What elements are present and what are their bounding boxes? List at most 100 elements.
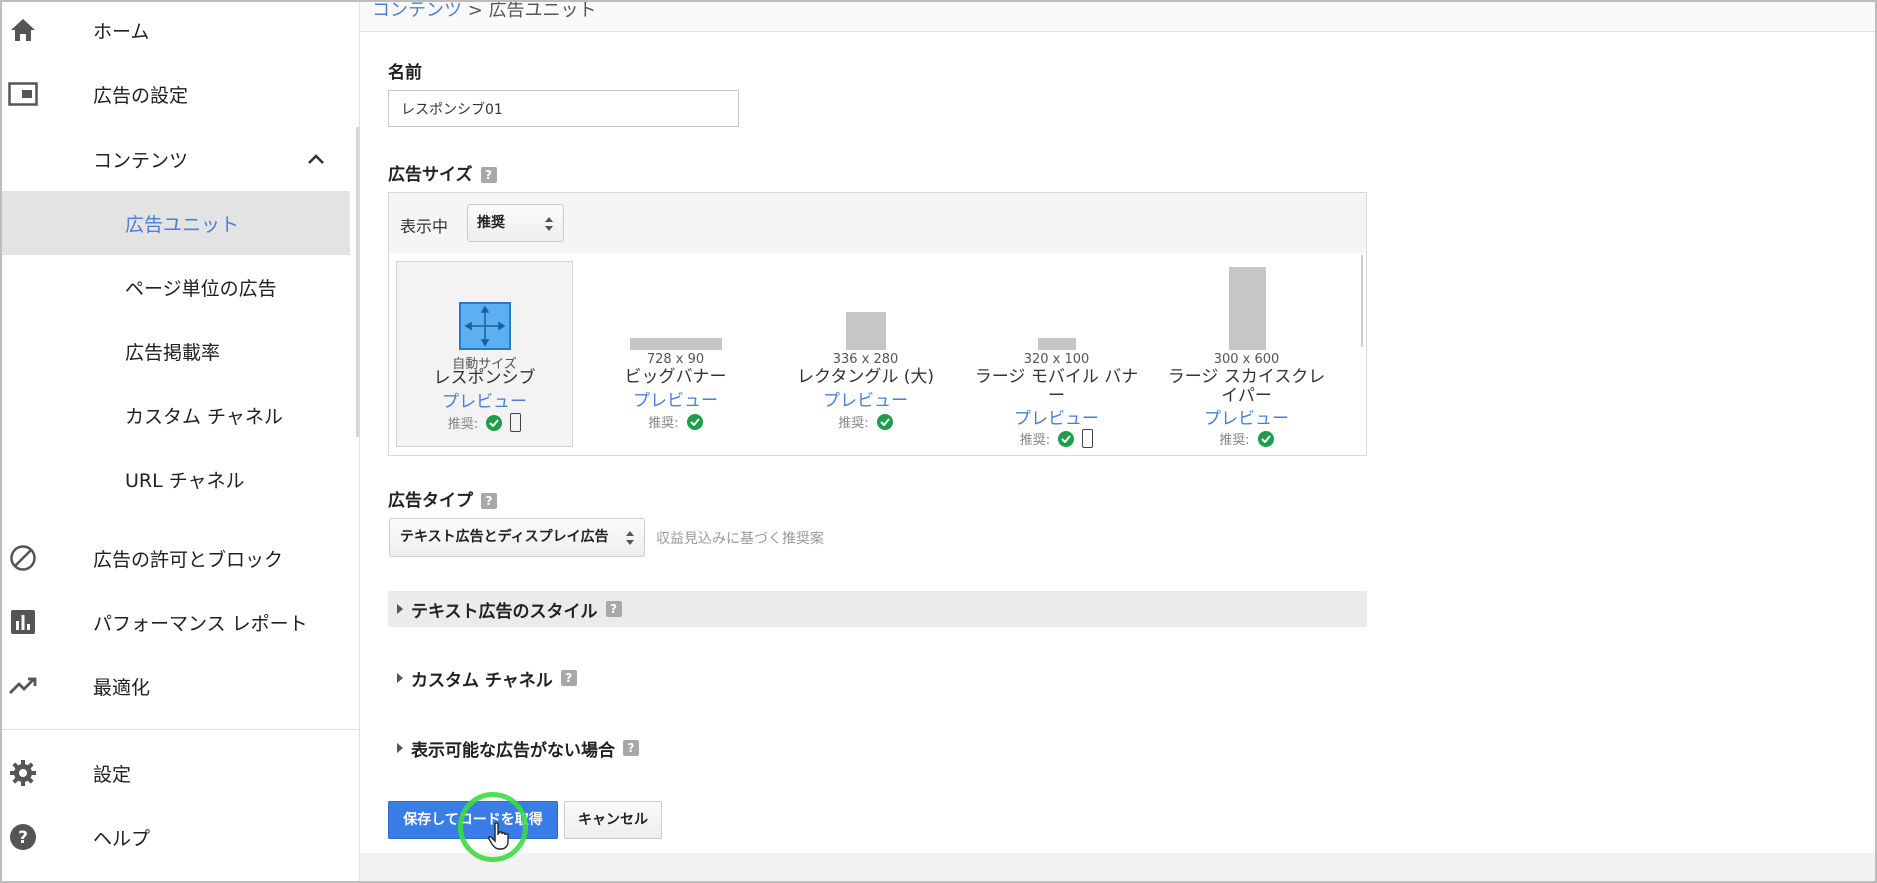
sidebar-item-help[interactable]: ? ヘルプ [2, 805, 350, 869]
svg-text:?: ? [18, 828, 28, 848]
home-icon [8, 15, 38, 45]
sidebar-item-settings[interactable]: 設定 [2, 741, 350, 805]
sidebar-item-allow-block[interactable]: 広告の許可とブロック [2, 526, 350, 590]
sidebar-item-custom-channels[interactable]: カスタム チャネル [2, 383, 350, 447]
size-card-large-rectangle[interactable]: 336 x 280 レクタングル (大) プレビュー 推奨: [777, 261, 954, 447]
text-ad-style-toggle[interactable]: テキスト広告のスタイル ? [388, 591, 1367, 627]
name-input[interactable] [388, 90, 739, 127]
sidebar-item-label: カスタム チャネル [125, 405, 283, 428]
help-icon[interactable]: ? [560, 670, 577, 686]
help-icon[interactable]: ? [605, 601, 622, 617]
size-card-name: ビッグバナー [624, 367, 727, 387]
recommended-label: 推奨: [447, 417, 479, 432]
ad-size-panel: 表示中 推奨 自動サイズ レスポンシブ プレビュー 推奨: 728 x 90 ビ… [388, 192, 1367, 456]
size-card-name: ラージ モバイル バナー [974, 367, 1139, 406]
size-card-preview-link[interactable]: プレビュー [968, 404, 1145, 429]
sidebar-item-label: 広告の設定 [93, 84, 189, 107]
expand-triangle-icon [397, 604, 403, 614]
size-card-name: ラージ スカイスクレイパー [1167, 367, 1326, 406]
size-card-preview-link[interactable]: プレビュー [1158, 404, 1335, 429]
sidebar-item-url-channels[interactable]: URL チャネル [2, 447, 350, 511]
hand-cursor-icon [488, 822, 509, 850]
name-label: 名前 [388, 63, 422, 83]
sidebar-item-page-level-ads[interactable]: ページ単位の広告 [2, 255, 350, 319]
sidebar-item-label: パフォーマンス レポート [93, 612, 308, 635]
size-card-preview-link[interactable]: プレビュー [397, 387, 572, 412]
size-panel-scrollbar[interactable] [1361, 255, 1363, 347]
check-icon [1257, 430, 1274, 447]
sidebar-scrollbar[interactable] [356, 127, 359, 437]
sidebar-item-coverage[interactable]: 広告掲載率 [2, 319, 350, 383]
main-content: コンテンツ > 広告ユニット 名前 広告サイズ? 表示中 推奨 [360, 0, 1875, 881]
bar-chart-icon [8, 607, 38, 637]
cancel-button[interactable]: キャンセル [564, 801, 662, 839]
sidebar-item-ad-settings[interactable]: 広告の設定 [2, 62, 350, 126]
sidebar-item-performance-reports[interactable]: パフォーマンス レポート [2, 590, 350, 654]
check-icon [486, 414, 503, 431]
help-icon[interactable]: ? [481, 493, 497, 509]
help-icon[interactable]: ? [623, 740, 639, 756]
chevron-up-icon [306, 149, 326, 169]
size-card-preview-link[interactable]: プレビュー [587, 386, 764, 411]
size-card-dim: 728 x 90 [646, 352, 705, 367]
sidebar-item-label: 最適化 [93, 676, 151, 699]
size-filter-select[interactable]: 推奨 [467, 204, 564, 242]
ad-settings-icon [8, 79, 38, 109]
size-filter-value: 推奨 [477, 215, 505, 231]
mobile-icon [510, 413, 522, 432]
size-card-preview-link[interactable]: プレビュー [777, 386, 954, 411]
sidebar-divider [2, 729, 360, 730]
check-icon [686, 413, 703, 430]
footer-bar [360, 853, 1875, 881]
collapsible-label: 表示可能な広告がない場合 [411, 740, 615, 761]
mobile-icon [1082, 429, 1094, 448]
breadcrumb-parent-link[interactable]: コンテンツ [372, 2, 462, 21]
size-card-recommended: 推奨: [587, 412, 764, 431]
sidebar-item-home[interactable]: ホーム [2, 2, 350, 62]
sidebar-item-content[interactable]: コンテンツ [2, 127, 350, 191]
recommended-label: 推奨: [1219, 433, 1250, 448]
sidebar-item-label: 広告の許可とブロック [93, 548, 284, 571]
check-icon [876, 413, 893, 430]
topbar: コンテンツ > 広告ユニット [360, 0, 1875, 32]
size-card-leaderboard[interactable]: 728 x 90 ビッグバナー プレビュー 推奨: [587, 261, 764, 447]
recommended-label: 推奨: [838, 416, 869, 431]
size-card-dim: 320 x 100 [1023, 352, 1090, 367]
recommended-label: 推奨: [648, 416, 679, 431]
sidebar-item-ad-units[interactable]: 広告ユニット [2, 191, 350, 255]
breadcrumb-current: 広告ユニット [488, 0, 597, 21]
ad-size-label-text: 広告サイズ [388, 165, 473, 185]
ad-type-select[interactable]: テキスト広告とディスプレイ広告 [389, 518, 645, 557]
sidebar-item-label: 設定 [93, 763, 132, 786]
size-card-name: レスポンシブ [433, 368, 536, 388]
size-card-recommended: 推奨: [777, 412, 954, 431]
ad-size-label: 広告サイズ? [388, 160, 497, 185]
responsive-size-icon [459, 302, 511, 350]
sidebar-item-label: ページ単位の広告 [125, 277, 277, 300]
size-thumbnail [1229, 267, 1266, 350]
no-ad-fallback-toggle[interactable]: 表示可能な広告がない場合 ? [388, 730, 1367, 766]
size-card-responsive[interactable]: 自動サイズ レスポンシブ プレビュー 推奨: [396, 261, 573, 447]
sidebar: ホーム 広告の設定 コンテンツ 広告ユニット ページ単位の広告 広告掲載率 カス… [2, 2, 360, 881]
help-icon: ? [8, 822, 38, 852]
window-frame: ホーム 広告の設定 コンテンツ 広告ユニット ページ単位の広告 広告掲載率 カス… [0, 0, 1877, 883]
check-icon [1058, 430, 1075, 447]
sidebar-item-label: ホーム [93, 20, 150, 43]
size-thumbnail [846, 312, 886, 350]
sidebar-item-optimization[interactable]: 最適化 [2, 654, 350, 718]
size-thumbnail [630, 338, 722, 350]
size-card-half-page[interactable]: 300 x 600 ラージ スカイスクレイパー プレビュー 推奨: [1158, 261, 1335, 448]
custom-channel-toggle[interactable]: カスタム チャネル ? [388, 660, 1367, 696]
recommended-label: 推奨: [1019, 433, 1051, 448]
ad-type-value: テキスト広告とディスプレイ広告 [400, 529, 609, 545]
size-card-dim: 300 x 600 [1213, 352, 1280, 367]
ad-type-label-text: 広告タイプ [388, 491, 473, 511]
expand-triangle-icon [397, 673, 403, 683]
sidebar-item-label: コンテンツ [93, 149, 189, 172]
help-icon[interactable]: ? [480, 167, 497, 183]
select-arrows-icon [626, 531, 634, 545]
size-card-recommended: 推奨: [1158, 429, 1335, 448]
block-icon [8, 543, 38, 573]
breadcrumb: コンテンツ > 広告ユニット [372, 0, 597, 22]
size-card-large-mobile-banner[interactable]: 320 x 100 ラージ モバイル バナー プレビュー 推奨: [968, 261, 1145, 448]
